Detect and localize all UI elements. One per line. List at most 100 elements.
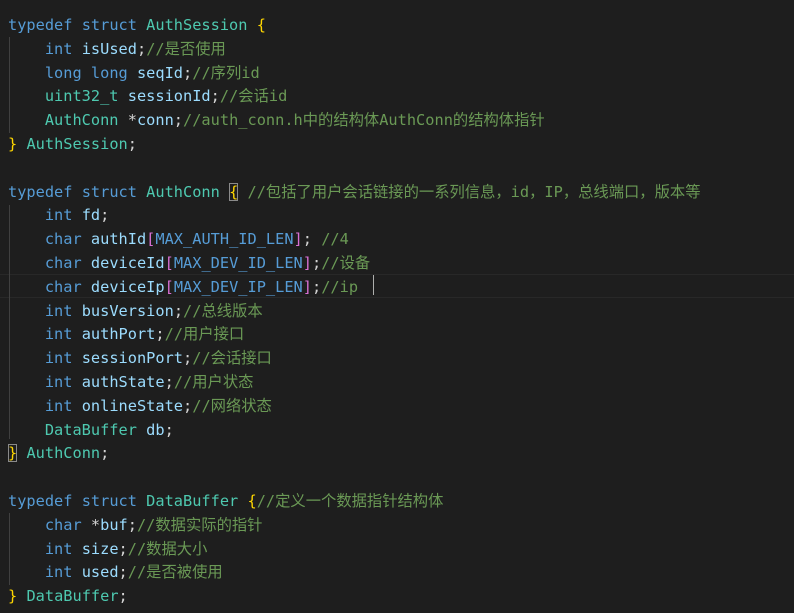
- code-token-bracket: ]: [302, 277, 312, 296]
- code-token-type-name: uint32_t: [44, 87, 119, 106]
- code-line[interactable]: int authPort;//用户接口: [8, 322, 244, 346]
- code-token-comment: //包括了用户会话链接的一系列信息，id，IP，总线端口，版本等: [247, 182, 701, 201]
- code-token-keyword: long: [90, 63, 128, 82]
- code-line[interactable]: char *buf;//数据实际的指针: [8, 513, 263, 537]
- code-token-punctuation: [8, 254, 45, 272]
- code-token-bracket: {: [229, 182, 239, 201]
- code-token-punctuation: ;: [183, 396, 193, 415]
- code-token-keyword: char: [44, 230, 82, 249]
- code-line[interactable]: int authState;//用户状态: [8, 370, 254, 394]
- code-token-bracket: ]: [293, 230, 303, 249]
- code-token-punctuation: ;: [302, 230, 322, 249]
- code-line[interactable]: int isUsed;//是否使用: [8, 37, 226, 61]
- code-token-type-name: AuthSession: [146, 16, 248, 34]
- code-token-keyword: int: [44, 325, 73, 344]
- code-token-bracket: [: [146, 230, 156, 249]
- code-token-punctuation: [72, 183, 81, 201]
- code-token-comment: //总线版本: [183, 301, 263, 320]
- code-token-comment: //会话接口: [192, 349, 272, 368]
- code-token-bracket: }: [8, 135, 18, 153]
- code-token-keyword: struct: [81, 16, 137, 34]
- code-token-identifier: authId: [90, 230, 147, 249]
- code-token-punctuation: ;: [164, 420, 174, 439]
- code-line[interactable]: int fd;: [8, 203, 110, 227]
- code-token-comment: //ip: [321, 277, 359, 296]
- code-token-macro: MAX_DEV_ID_LEN: [173, 254, 303, 272]
- code-token-bracket: [: [164, 277, 174, 296]
- code-line[interactable]: } DataBuffer;: [8, 584, 128, 608]
- code-token-punctuation: [72, 349, 81, 367]
- code-token-identifier: seqId: [136, 63, 184, 82]
- code-token-bracket: {: [256, 16, 266, 34]
- code-line[interactable]: int busVersion;//总线版本: [8, 299, 263, 323]
- code-token-punctuation: [128, 64, 137, 82]
- code-token-type-name: AuthConn: [26, 444, 101, 463]
- code-token-keyword: typedef: [8, 182, 73, 201]
- code-token-macro: MAX_AUTH_ID_LEN: [155, 230, 294, 249]
- code-token-punctuation: ;: [164, 373, 174, 391]
- code-token-bracket: }: [8, 444, 18, 463]
- code-token-punctuation: *: [118, 111, 137, 130]
- code-token-type-name: AuthConn: [44, 111, 119, 130]
- code-token-punctuation: [247, 16, 256, 34]
- code-line[interactable]: typedef struct DataBuffer {//定义一个数据指针结构体: [8, 489, 443, 513]
- code-token-comment: //是否被使用: [127, 563, 223, 582]
- code-line[interactable]: char deviceIp[MAX_DEV_IP_LEN];//ip: [8, 275, 358, 299]
- code-token-punctuation: [82, 230, 91, 248]
- code-token-punctuation: [72, 206, 81, 224]
- code-token-keyword: char: [44, 254, 82, 272]
- code-token-punctuation: [72, 373, 81, 391]
- code-token-punctuation: [8, 230, 45, 248]
- code-line[interactable]: typedef struct AuthSession {: [8, 13, 266, 37]
- code-token-identifier: authPort: [81, 325, 156, 344]
- code-token-punctuation: [8, 278, 45, 296]
- code-editor[interactable]: typedef struct AuthSession { int isUsed;…: [0, 0, 794, 613]
- code-line[interactable]: int onlineState;//网络状态: [8, 394, 272, 418]
- code-token-punctuation: [137, 16, 146, 34]
- code-token-identifier: onlineState: [81, 396, 184, 415]
- code-token-identifier: conn: [136, 111, 174, 130]
- code-line[interactable]: } AuthSession;: [8, 132, 137, 156]
- code-line[interactable]: long long seqId;//序列id: [8, 61, 260, 85]
- code-token-comment: //用户状态: [173, 373, 254, 391]
- code-token-punctuation: [72, 40, 81, 58]
- code-line[interactable]: typedef struct AuthConn { //包括了用户会话链接的一系…: [8, 180, 701, 204]
- code-token-punctuation: [8, 373, 45, 391]
- code-token-punctuation: [238, 183, 247, 201]
- code-token-keyword: long: [44, 63, 82, 82]
- code-line[interactable]: int sessionPort;//会话接口: [8, 346, 272, 370]
- code-token-identifier: isUsed: [81, 39, 137, 58]
- code-line[interactable]: char authId[MAX_AUTH_ID_LEN]; //4: [8, 227, 349, 251]
- code-line[interactable]: int used;//是否被使用: [8, 560, 223, 584]
- code-token-punctuation: ;: [100, 444, 110, 463]
- code-token-punctuation: [8, 302, 45, 320]
- code-token-keyword: char: [44, 277, 82, 296]
- code-token-punctuation: [82, 64, 91, 82]
- code-token-comment: //数据实际的指针: [136, 515, 263, 534]
- code-token-punctuation: ;: [127, 135, 137, 153]
- code-token-comment: //数据大小: [127, 539, 208, 558]
- code-line[interactable]: int size;//数据大小: [8, 537, 208, 561]
- code-token-punctuation: *: [81, 515, 101, 534]
- code-token-punctuation: ;: [173, 301, 184, 320]
- code-token-identifier: busVersion: [81, 301, 174, 320]
- code-line[interactable]: AuthConn *conn;//auth_conn.h中的结构体AuthCon…: [8, 108, 545, 132]
- code-token-punctuation: ;: [311, 277, 322, 296]
- code-token-punctuation: [8, 111, 45, 129]
- code-line[interactable]: uint32_t sessionId;//会话id: [8, 84, 287, 108]
- code-token-punctuation: [72, 325, 81, 343]
- code-token-identifier: deviceIp: [90, 277, 165, 296]
- code-token-type-name: DataBuffer: [44, 420, 137, 439]
- code-token-punctuation: [8, 349, 45, 367]
- code-line[interactable]: char deviceId[MAX_DEV_ID_LEN];//设备: [8, 251, 370, 275]
- code-line[interactable]: DataBuffer db;: [8, 418, 174, 442]
- code-token-punctuation: [82, 254, 91, 272]
- code-token-type-name: AuthConn: [146, 182, 220, 201]
- code-token-identifier: sessionId: [127, 87, 211, 106]
- code-token-comment: //是否使用: [146, 39, 226, 58]
- code-token-punctuation: ;: [118, 539, 128, 558]
- code-token-identifier: sessionPort: [81, 349, 184, 368]
- code-token-punctuation: [8, 87, 45, 105]
- code-line[interactable]: } AuthConn;: [8, 441, 109, 465]
- code-token-punctuation: ;: [136, 39, 147, 58]
